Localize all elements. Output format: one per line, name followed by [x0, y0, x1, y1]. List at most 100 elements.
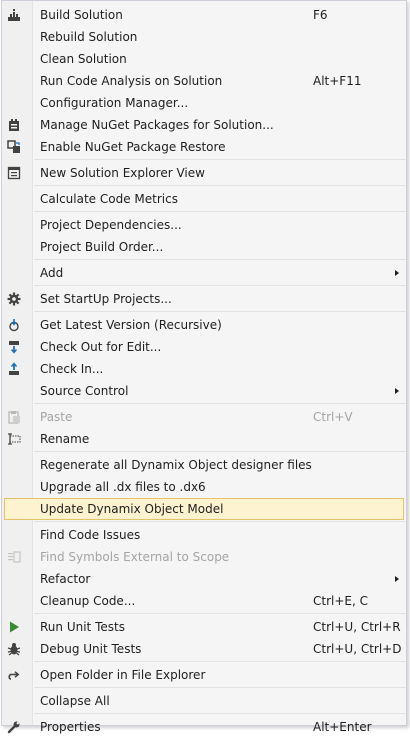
menu-item-new-solution-explorer-view[interactable]: New Solution Explorer View — [2, 162, 406, 184]
separator — [34, 661, 406, 662]
menu-items: Build Solution F6 Rebuild Solution Clean… — [2, 4, 406, 738]
separator — [34, 713, 406, 714]
menu-item-debug-unit-tests[interactable]: Debug Unit Tests Ctrl+U, Ctrl+D — [2, 638, 406, 660]
menu-item-run-unit-tests[interactable]: Run Unit Tests Ctrl+U, Ctrl+R — [2, 616, 406, 638]
menu-item-enable-package-restore[interactable]: Enable NuGet Package Restore — [2, 136, 406, 158]
check-in-icon — [6, 361, 22, 377]
find-symbols-icon — [6, 549, 22, 565]
menu-item-label: Update Dynamix Object Model — [40, 502, 224, 516]
menu-item-project-build-order[interactable]: Project Build Order... — [2, 236, 406, 258]
menu-item-label: Paste — [40, 410, 73, 424]
menu-item-project-dependencies[interactable]: Project Dependencies... — [2, 214, 406, 236]
separator — [34, 311, 406, 312]
menu-item-label: Manage NuGet Packages for Solution... — [40, 118, 274, 132]
menu-item-update-object-model[interactable]: Update Dynamix Object Model — [4, 498, 404, 520]
menu-item-label: Find Code Issues — [40, 528, 141, 542]
separator — [34, 521, 406, 522]
check-out-icon — [6, 339, 22, 355]
menu-item-label: Source Control — [40, 384, 129, 398]
menu-item-cleanup-code[interactable]: Cleanup Code... Ctrl+E, C — [2, 590, 406, 612]
shortcut-text: Ctrl+U, Ctrl+R — [313, 620, 401, 634]
menu-item-label: Debug Unit Tests — [40, 642, 142, 656]
properties-wrench-icon — [6, 719, 22, 735]
menu-item-label: Get Latest Version (Recursive) — [40, 318, 222, 332]
menu-item-configuration-manager[interactable]: Configuration Manager... — [2, 92, 406, 114]
separator — [34, 451, 406, 452]
solution-context-menu: Build Solution F6 Rebuild Solution Clean… — [1, 0, 407, 734]
submenu-arrow-icon — [395, 388, 399, 394]
menu-item-source-control[interactable]: Source Control — [2, 380, 406, 402]
shortcut-text: Ctrl+E, C — [313, 594, 368, 608]
menu-item-label: Rename — [40, 432, 90, 446]
menu-item-label: New Solution Explorer View — [40, 166, 205, 180]
menu-item-clean-solution[interactable]: Clean Solution — [2, 48, 406, 70]
menu-item-open-folder[interactable]: Open Folder in File Explorer — [2, 664, 406, 686]
submenu-arrow-icon — [395, 270, 399, 276]
menu-item-label: Check In... — [40, 362, 104, 376]
separator — [34, 259, 406, 260]
shortcut-text: Ctrl+U, Ctrl+D — [313, 642, 402, 656]
menu-item-find-symbols-external: Find Symbols External to Scope — [2, 546, 406, 568]
menu-item-label: Rebuild Solution — [40, 30, 138, 44]
menu-item-label: Enable NuGet Package Restore — [40, 140, 226, 154]
menu-item-get-latest-version[interactable]: Get Latest Version (Recursive) — [2, 314, 406, 336]
menu-item-label: Add — [40, 266, 64, 280]
menu-item-run-code-analysis[interactable]: Run Code Analysis on Solution Alt+F11 — [2, 70, 406, 92]
separator — [34, 613, 406, 614]
paste-icon — [6, 409, 22, 425]
separator — [34, 159, 406, 160]
menu-item-calculate-code-metrics[interactable]: Calculate Code Metrics — [2, 188, 406, 210]
menu-item-find-code-issues[interactable]: Find Code Issues — [2, 524, 406, 546]
debug-tests-icon — [6, 641, 22, 657]
gear-icon — [6, 291, 22, 307]
menu-item-build-solution[interactable]: Build Solution F6 — [2, 4, 406, 26]
menu-item-label: Run Code Analysis on Solution — [40, 74, 223, 88]
menu-item-label: Cleanup Code... — [40, 594, 136, 608]
menu-item-label: Set StartUp Projects... — [40, 292, 172, 306]
nuget-icon — [6, 117, 22, 133]
menu-item-add[interactable]: Add — [2, 262, 406, 284]
menu-item-collapse-all[interactable]: Collapse All — [2, 690, 406, 712]
menu-item-label: Check Out for Edit... — [40, 340, 162, 354]
separator — [34, 185, 406, 186]
menu-item-label: Project Dependencies... — [40, 218, 182, 232]
menu-item-label: Calculate Code Metrics — [40, 192, 178, 206]
build-solution-icon — [6, 7, 22, 23]
shortcut-text: Ctrl+V — [313, 410, 353, 424]
menu-item-label: Regenerate all Dynamix Object designer f… — [40, 458, 312, 472]
menu-item-label: Open Folder in File Explorer — [40, 668, 206, 682]
menu-item-set-startup-projects[interactable]: Set StartUp Projects... — [2, 288, 406, 310]
package-restore-icon — [6, 139, 22, 155]
shortcut-text: F6 — [313, 8, 328, 22]
menu-item-label: Upgrade all .dx files to .dx6 — [40, 480, 206, 494]
menu-item-label: Find Symbols External to Scope — [40, 550, 230, 564]
open-folder-icon — [6, 667, 22, 683]
rename-icon — [6, 431, 22, 447]
menu-item-label: Refactor — [40, 572, 91, 586]
run-tests-icon — [6, 619, 22, 635]
shortcut-text: Alt+Enter — [313, 720, 372, 734]
menu-item-check-out-for-edit[interactable]: Check Out for Edit... — [2, 336, 406, 358]
menu-item-paste: Paste Ctrl+V — [2, 406, 406, 428]
menu-item-label: Collapse All — [40, 694, 110, 708]
menu-item-refactor[interactable]: Refactor — [2, 568, 406, 590]
separator — [34, 211, 406, 212]
menu-item-regenerate-designer-files[interactable]: Regenerate all Dynamix Object designer f… — [2, 454, 406, 476]
menu-item-check-in[interactable]: Check In... — [2, 358, 406, 380]
menu-item-manage-nuget[interactable]: Manage NuGet Packages for Solution... — [2, 114, 406, 136]
menu-item-upgrade-dx-files[interactable]: Upgrade all .dx files to .dx6 — [2, 476, 406, 498]
get-latest-icon — [6, 317, 22, 333]
separator — [34, 285, 406, 286]
menu-item-label: Clean Solution — [40, 52, 127, 66]
menu-item-label: Build Solution — [40, 8, 123, 22]
menu-item-label: Project Build Order... — [40, 240, 164, 254]
separator — [34, 687, 406, 688]
menu-item-label: Properties — [40, 720, 101, 734]
menu-item-properties[interactable]: Properties Alt+Enter — [2, 716, 406, 738]
solution-explorer-icon — [6, 165, 22, 181]
shortcut-text: Alt+F11 — [313, 74, 362, 88]
menu-item-label: Configuration Manager... — [40, 96, 189, 110]
menu-item-rename[interactable]: Rename — [2, 428, 406, 450]
separator — [34, 403, 406, 404]
menu-item-rebuild-solution[interactable]: Rebuild Solution — [2, 26, 406, 48]
